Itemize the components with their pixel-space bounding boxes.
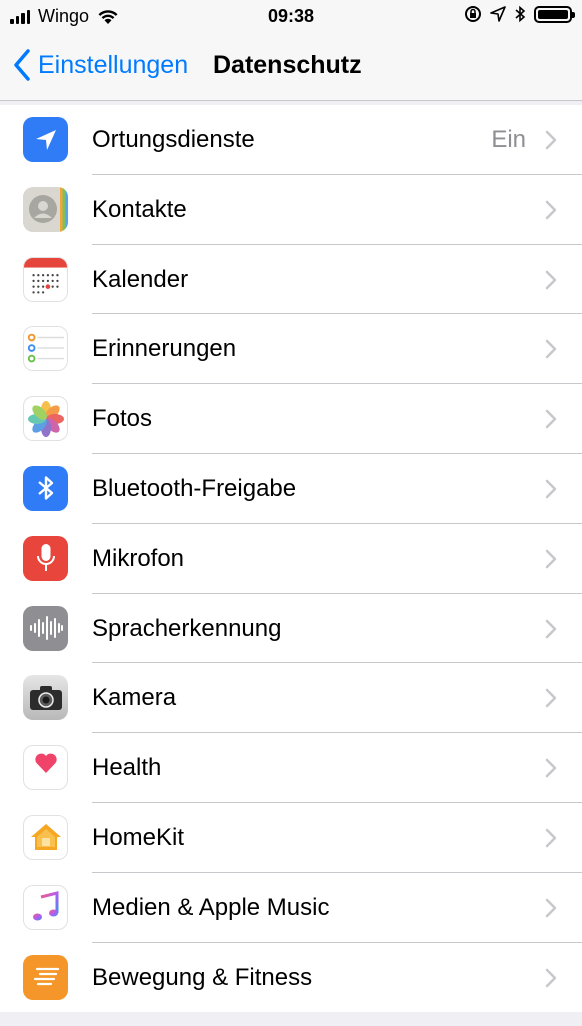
chevron-right-icon <box>545 340 557 359</box>
row-value: Ein <box>491 126 526 153</box>
back-button[interactable]: Einstellungen <box>12 48 188 82</box>
battery-icon <box>534 5 575 23</box>
photos-icon <box>23 396 68 442</box>
row-homekit[interactable]: HomeKit <box>0 803 582 873</box>
speech-recognition-icon <box>23 605 68 651</box>
chevron-right-icon <box>545 828 557 848</box>
orientation-lock-icon <box>465 6 481 22</box>
bluetooth-icon <box>23 465 68 511</box>
row-label: Health <box>92 754 162 782</box>
microphone-icon <box>23 535 68 581</box>
row-medien-apple-music[interactable]: Medien & Apple Music <box>0 873 582 943</box>
bluetooth-status-icon <box>515 5 526 23</box>
motion-fitness-icon <box>23 954 68 1000</box>
row-ortungsdienste[interactable]: Ortungsdienste Ein <box>0 105 582 175</box>
chevron-right-icon <box>545 968 557 987</box>
row-label: Spracherkennung <box>92 614 282 642</box>
calendar-icon <box>23 256 68 302</box>
row-label: Mikrofon <box>92 544 185 572</box>
row-erinnerungen[interactable]: Erinnerungen <box>0 314 582 385</box>
camera-icon <box>23 675 68 721</box>
chevron-right-icon <box>545 130 557 150</box>
chevron-right-icon <box>545 758 557 778</box>
row-mikrofon[interactable]: Mikrofon <box>0 524 582 594</box>
row-label: Medien & Apple Music <box>92 893 330 921</box>
music-icon <box>23 884 68 930</box>
location-arrow-icon <box>490 6 506 22</box>
chevron-right-icon <box>545 689 557 708</box>
back-chevron-icon <box>14 49 30 81</box>
navigation-bar: Einstellungen Datenschutz <box>0 34 582 101</box>
row-kontakte[interactable]: Kontakte <box>0 175 582 245</box>
chevron-right-icon <box>545 479 557 499</box>
chevron-right-icon <box>545 619 557 638</box>
health-icon <box>23 745 68 791</box>
row-label: Kontakte <box>92 195 187 223</box>
row-label: Erinnerungen <box>92 335 237 363</box>
row-health[interactable]: Health <box>0 733 582 803</box>
row-label: Bewegung & Fitness <box>92 963 313 991</box>
chevron-right-icon <box>545 200 557 220</box>
contacts-icon <box>23 186 68 232</box>
row-label: HomeKit <box>92 823 185 851</box>
row-label: Fotos <box>92 405 153 433</box>
status-bar: Wingo 09:38 <box>0 0 582 34</box>
privacy-settings-list: Ortungsdienste Ein Kontakte Kalender Eri… <box>0 105 582 1012</box>
homekit-icon <box>23 814 68 860</box>
location-icon <box>23 117 68 162</box>
chevron-right-icon <box>545 270 557 289</box>
row-bewegung-fitness[interactable]: Bewegung & Fitness <box>0 943 582 1013</box>
row-label: Kamera <box>92 684 177 712</box>
row-kamera[interactable]: Kamera <box>0 663 582 734</box>
row-fotos[interactable]: Fotos <box>0 384 582 454</box>
back-button-label: Einstellungen <box>38 50 189 79</box>
row-kalender[interactable]: Kalender <box>0 245 582 315</box>
chevron-right-icon <box>545 409 557 429</box>
row-bluetooth-freigabe[interactable]: Bluetooth-Freigabe <box>0 454 582 524</box>
chevron-right-icon <box>545 549 557 569</box>
row-label: Ortungsdienste <box>92 126 255 153</box>
row-spracherkennung[interactable]: Spracherkennung <box>0 594 582 664</box>
row-label: Bluetooth-Freigabe <box>92 474 297 502</box>
reminders-icon <box>23 326 68 372</box>
status-right <box>464 5 575 23</box>
chevron-right-icon <box>545 898 557 918</box>
page-title: Datenschutz <box>213 51 362 79</box>
row-label: Kalender <box>92 265 189 293</box>
